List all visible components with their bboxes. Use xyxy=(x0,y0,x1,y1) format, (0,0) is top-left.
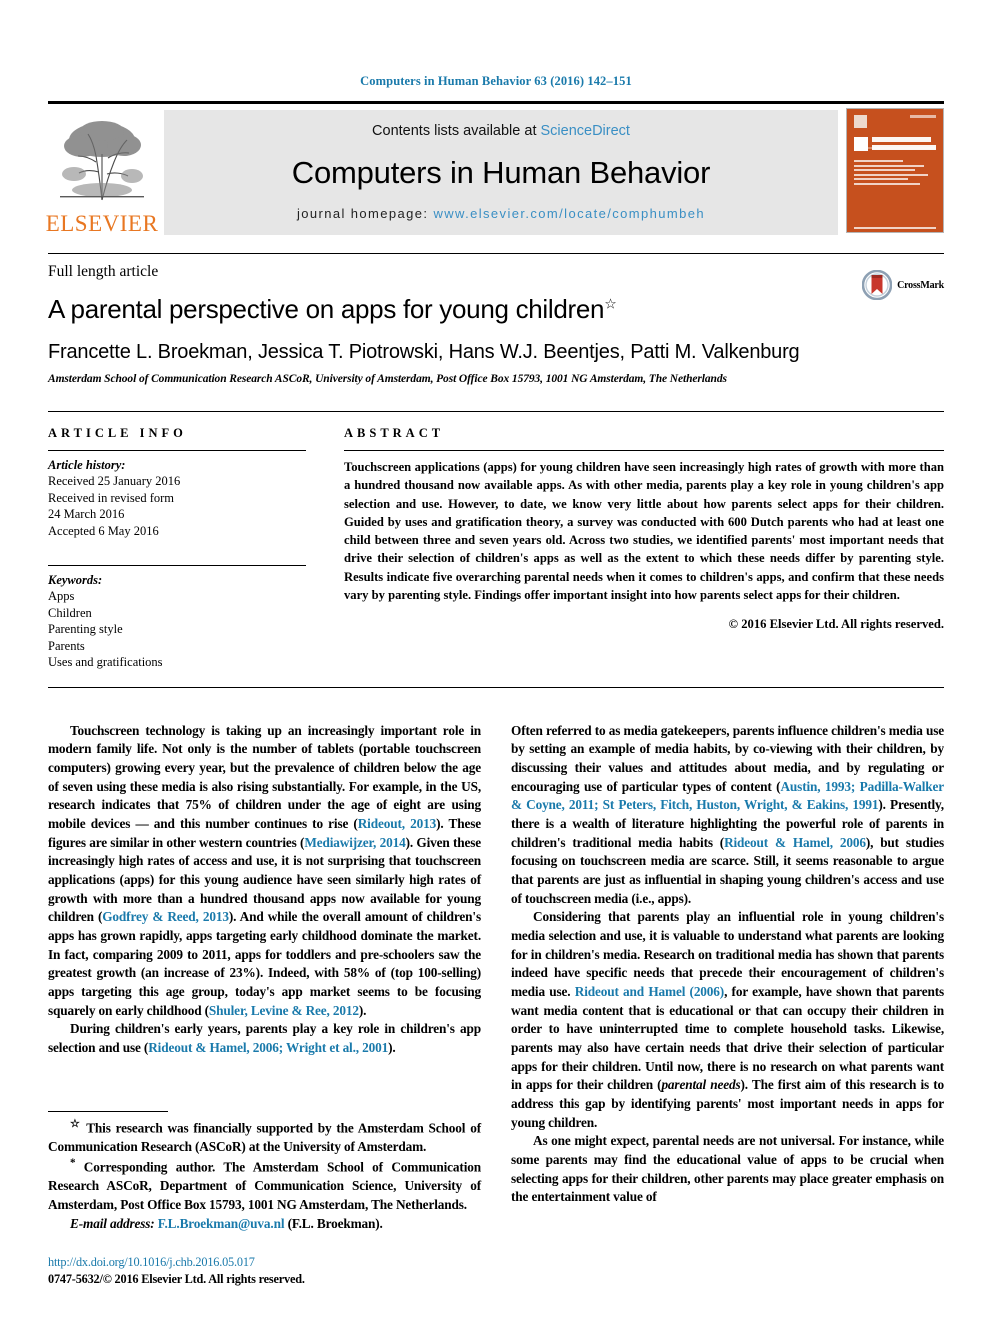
doi-block: http://dx.doi.org/10.1016/j.chb.2016.05.… xyxy=(48,1255,481,1288)
cover-elsevier-icon xyxy=(854,115,867,128)
cover-issn-bar xyxy=(910,115,936,118)
email-link[interactable]: F.L.Broekman@uva.nl xyxy=(158,1216,285,1231)
paragraph: Often referred to as media gatekeepers, … xyxy=(511,722,944,909)
article-header: Full length article A parental perspecti… xyxy=(48,253,944,385)
footnote-marker: * xyxy=(70,1157,76,1170)
paragraph: Touchscreen technology is taking up an i… xyxy=(48,722,481,1021)
email-label: E-mail address: xyxy=(70,1215,155,1231)
article-history-item: Received 25 January 2016 xyxy=(48,474,181,488)
journal-homepage-line: journal homepage: www.elsevier.com/locat… xyxy=(297,206,705,221)
paragraph: Considering that parents play an influen… xyxy=(511,908,944,1132)
journal-masthead: ELSEVIER Contents lists available at Sci… xyxy=(45,101,944,237)
paragraph-text: As one might expect, parental needs are … xyxy=(511,1133,944,1205)
footnote-marker: ☆ xyxy=(70,1117,82,1130)
article-history-item: Accepted 6 May 2016 xyxy=(48,523,159,538)
paragraph-text: ). xyxy=(358,1002,367,1018)
author-list: Francette L. Broekman, Jessica T. Piotro… xyxy=(48,341,944,364)
divider xyxy=(48,565,306,566)
divider xyxy=(344,450,944,451)
elsevier-wordmark: ELSEVIER xyxy=(45,211,159,236)
citation-link[interactable]: Godfrey & Reed, 2013 xyxy=(102,909,229,924)
paragraph-text: ). And while the overall amount of child… xyxy=(48,909,481,1018)
doi-link[interactable]: http://dx.doi.org/10.1016/j.chb.2016.05.… xyxy=(48,1255,481,1270)
keyword-item: Parenting style xyxy=(48,622,123,636)
abstract-copyright: © 2016 Elsevier Ltd. All rights reserved… xyxy=(728,617,944,631)
footnote-text: Corresponding author. The Amsterdam Scho… xyxy=(48,1159,481,1213)
article-history-item: Received in revised form xyxy=(48,490,174,505)
article-history-label: Article history: xyxy=(48,458,126,472)
cover-logo-icon xyxy=(854,137,868,151)
body-column-right: Often referred to as media gatekeepers, … xyxy=(511,722,944,1207)
keyword-item: Apps xyxy=(48,589,75,603)
contents-prefix: Contents lists available at xyxy=(372,123,541,139)
journal-banner: Contents lists available at ScienceDirec… xyxy=(164,110,838,235)
crossmark-label: CrossMark xyxy=(897,279,944,291)
footnote-text: This research was financially supported … xyxy=(48,1119,481,1154)
abstract-heading: ABSTRACT xyxy=(344,426,445,440)
paragraph-text: , for example, have shown that parents w… xyxy=(511,983,944,1093)
keyword-item: Uses and gratifications xyxy=(48,655,163,669)
body-columns: Touchscreen technology is taking up an i… xyxy=(48,722,944,1286)
keyword-item: Parents xyxy=(48,638,85,653)
keyword-item: Children xyxy=(48,605,92,620)
affiliation: Amsterdam School of Communication Resear… xyxy=(48,373,727,385)
citation-link[interactable]: Shuler, Levine & Ree, 2012 xyxy=(209,1003,359,1018)
citation-link[interactable]: Rideout and Hamel (2006) xyxy=(575,984,724,999)
emphasis-text: parental needs xyxy=(661,1077,741,1093)
footnote-funding: ☆ This research was financially supporte… xyxy=(48,1117,481,1157)
sciencedirect-link[interactable]: ScienceDirect xyxy=(541,123,630,139)
article-history-item: 24 March 2016 xyxy=(48,507,125,521)
article-info-heading: ARTICLE INFO xyxy=(48,426,187,440)
crossmark-badge[interactable]: CrossMark xyxy=(862,270,944,300)
paragraph: As one might expect, parental needs are … xyxy=(511,1132,944,1207)
footnote-divider xyxy=(48,1110,168,1112)
keywords-block: Keywords: Apps Children Parenting style … xyxy=(48,565,306,671)
paragraph-text: ). xyxy=(388,1039,396,1055)
journal-title: Computers in Human Behavior xyxy=(291,154,711,190)
paragraph-text: Touchscreen technology is taking up an i… xyxy=(48,722,481,831)
paragraph: During children's early years, parents p… xyxy=(48,1020,481,1057)
title-footnote-marker[interactable]: ☆ xyxy=(604,295,617,311)
footnote-corresponding-author: * Corresponding author. The Amsterdam Sc… xyxy=(48,1156,481,1214)
authors-text: Francette L. Broekman, Jessica T. Piotro… xyxy=(48,341,800,363)
cover-title-lines xyxy=(872,137,936,152)
citation-link[interactable]: Rideout, 2013 xyxy=(358,816,437,831)
email-owner: (F.L. Broekman). xyxy=(287,1215,383,1231)
abstract-column: ABSTRACT Touchscreen applications (apps)… xyxy=(344,426,944,671)
journal-homepage-link[interactable]: www.elsevier.com/locate/comphumbeh xyxy=(433,206,705,221)
issn-copyright-line: 0747-5632/© 2016 Elsevier Ltd. All right… xyxy=(48,1272,305,1287)
elsevier-logo: ELSEVIER xyxy=(45,104,159,237)
article-info-column: ARTICLE INFO Article history: Received 2… xyxy=(48,426,306,671)
cover-body-lines xyxy=(854,160,936,185)
article-type: Full length article xyxy=(48,263,159,280)
crossmark-icon xyxy=(862,270,893,300)
running-head: Computers in Human Behavior 63 (2016) 14… xyxy=(360,74,632,88)
citation-link[interactable]: Rideout & Hamel, 2006 xyxy=(724,835,866,850)
journal-article-page: Computers in Human Behavior 63 (2016) 14… xyxy=(0,0,992,1323)
footnote-email: E-mail address: F.L.Broekman@uva.nl (F.L… xyxy=(48,1215,481,1234)
footnotes-block: ☆ This research was financially supporte… xyxy=(48,1110,481,1289)
divider xyxy=(48,450,306,451)
abstract-text: Touchscreen applications (apps) for youn… xyxy=(344,460,944,602)
article-title-text: A parental perspective on apps for young… xyxy=(48,294,605,324)
journal-cover-thumbnail xyxy=(846,108,944,233)
article-info-abstract-block: ARTICLE INFO Article history: Received 2… xyxy=(48,411,944,688)
keywords-label: Keywords: xyxy=(48,573,103,587)
citation-link[interactable]: Rideout & Hamel, 2006; Wright et al., 20… xyxy=(148,1040,388,1055)
contents-line: Contents lists available at ScienceDirec… xyxy=(372,123,630,139)
citation-link[interactable]: Mediawijzer, 2014 xyxy=(304,835,405,850)
body-column-left: Touchscreen technology is taking up an i… xyxy=(48,722,481,1286)
elsevier-tree-icon xyxy=(52,112,152,212)
page-title: A parental perspective on apps for young… xyxy=(48,294,944,325)
homepage-prefix: journal homepage: xyxy=(296,206,434,221)
